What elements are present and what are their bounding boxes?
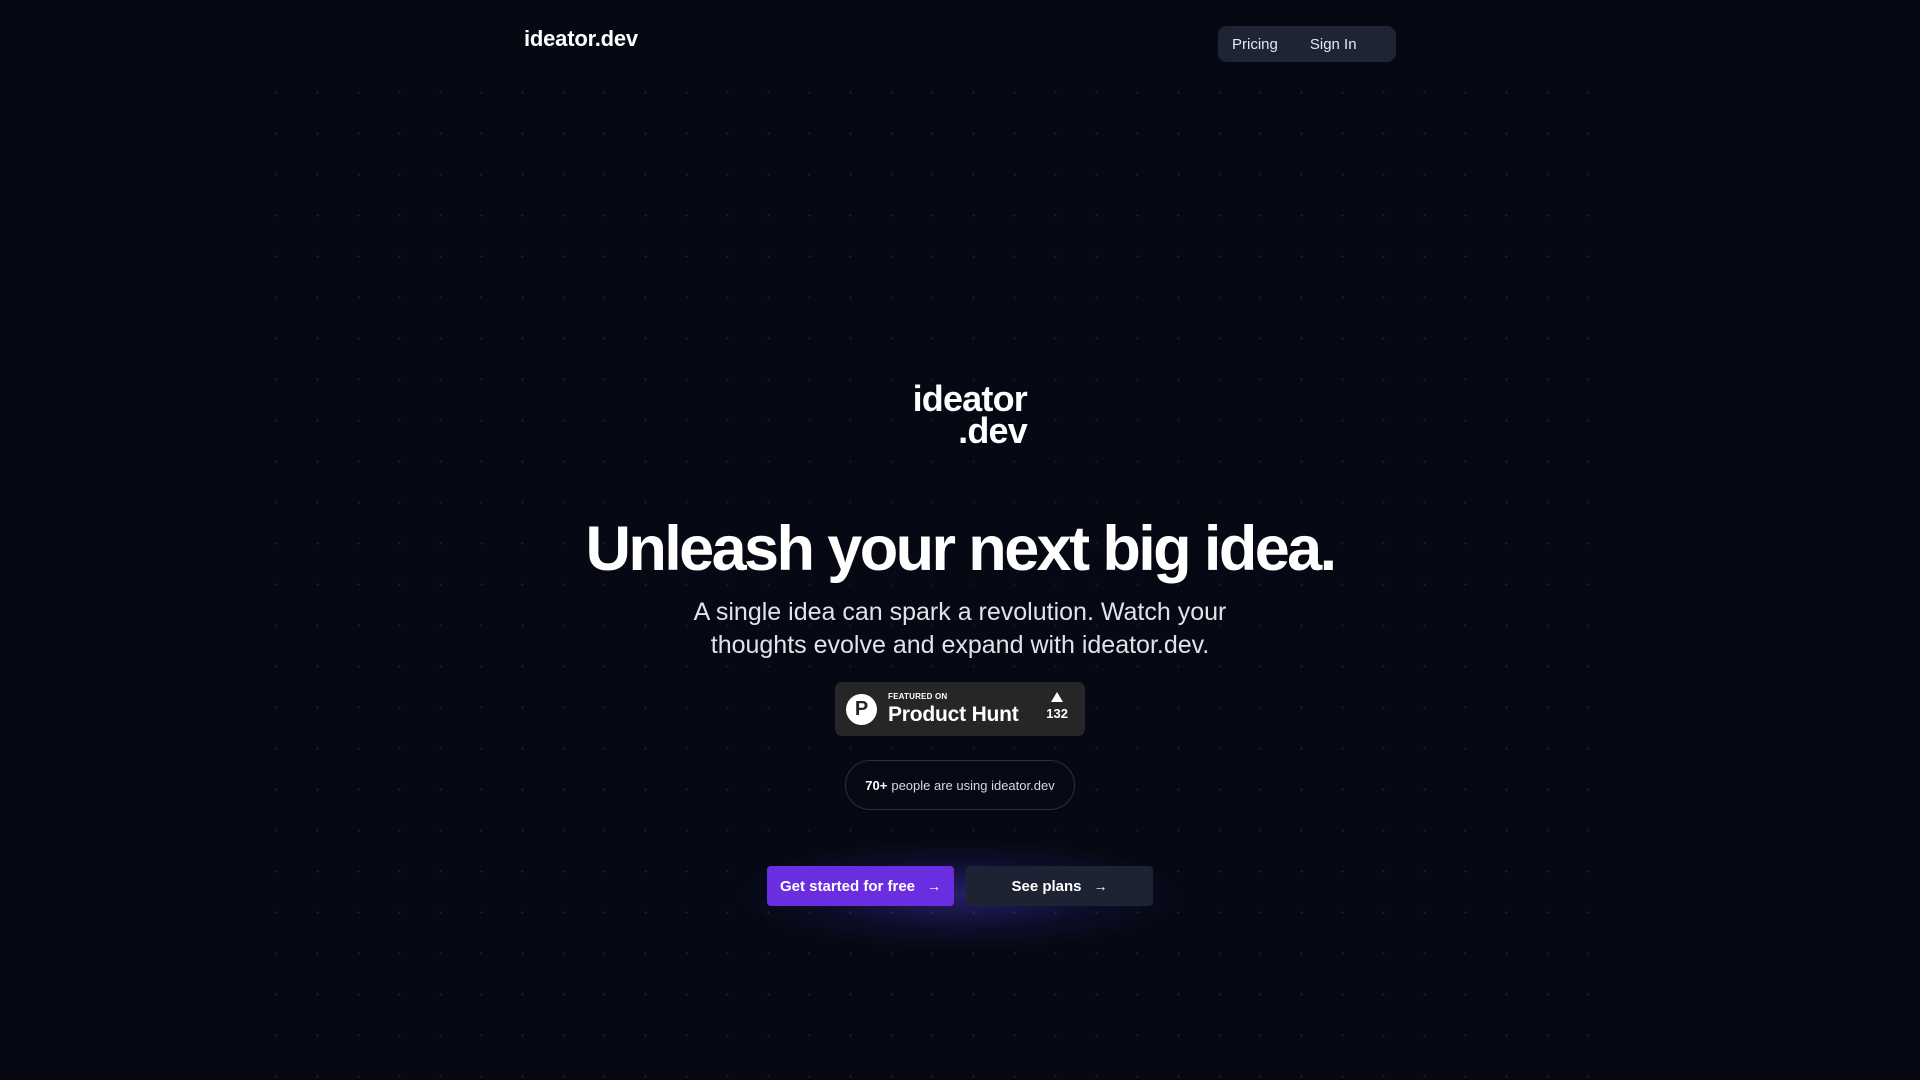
users-count-pill: 70+ people are using ideator.dev bbox=[845, 760, 1075, 810]
product-hunt-upvote-count: 132 bbox=[1046, 706, 1068, 721]
product-hunt-text: FEATURED ON Product Hunt bbox=[888, 692, 1019, 726]
users-count-text: people are using ideator.dev bbox=[891, 777, 1055, 793]
hero-logo-line2: .dev bbox=[958, 410, 1028, 451]
hero-logo: ideator .dev bbox=[895, 381, 1028, 451]
see-plans-label: See plans bbox=[1011, 877, 1082, 895]
product-hunt-badge[interactable]: P FEATURED ON Product Hunt 132 bbox=[835, 682, 1085, 736]
nav-sign-in-link[interactable]: Sign In bbox=[1310, 36, 1357, 53]
upvote-triangle-icon bbox=[1051, 692, 1064, 702]
product-hunt-logo-icon: P bbox=[846, 693, 877, 725]
see-plans-button[interactable]: See plans → bbox=[966, 866, 1153, 906]
product-hunt-name: Product Hunt bbox=[888, 703, 1019, 726]
hero-headline: Unleash your next big idea. bbox=[585, 514, 1338, 584]
arrow-right-icon: → bbox=[927, 878, 942, 894]
background-edge-top bbox=[0, 0, 1920, 66]
brand-link[interactable]: ideator.dev bbox=[524, 26, 638, 52]
get-started-button[interactable]: Get started for free → bbox=[767, 866, 954, 906]
nav-pricing-link[interactable]: Pricing bbox=[1232, 36, 1278, 53]
landing-page: ideator.dev Pricing Sign In ideator .dev… bbox=[0, 0, 1920, 1080]
get-started-label: Get started for free bbox=[779, 877, 916, 895]
hero-subtitle: A single idea can spark a revolution. Wa… bbox=[693, 598, 1227, 659]
product-hunt-featured-label: FEATURED ON bbox=[888, 692, 948, 701]
top-nav: Pricing Sign In bbox=[1218, 26, 1396, 62]
arrow-right-icon: → bbox=[1093, 878, 1108, 894]
users-count: 70+ bbox=[865, 777, 888, 793]
product-hunt-votes: 132 bbox=[1046, 692, 1068, 720]
